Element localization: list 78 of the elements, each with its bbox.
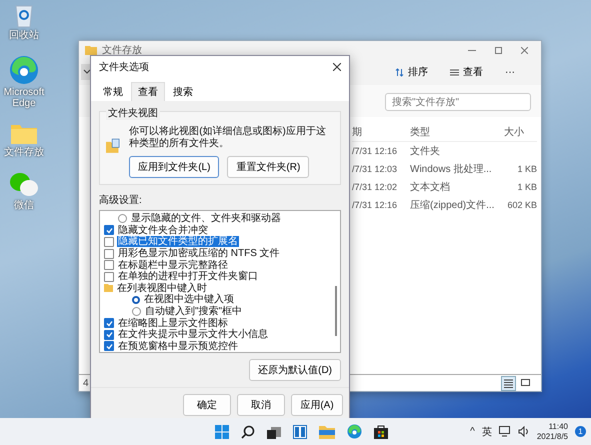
restore-defaults-button[interactable]: 还原为默认值(D) [249,359,341,381]
setting-label[interactable]: 隐藏文件夹合并冲突 [117,224,209,236]
tab[interactable]: 查看 [131,82,165,101]
view-button[interactable]: 查看 [444,63,489,81]
browser-icon[interactable] [9,55,39,85]
monitor-icon[interactable] [498,426,511,437]
dialog-button[interactable]: 重置文件夹(R) [227,156,310,178]
widgets-icon[interactable] [293,424,307,438]
table-cell-text: Windows 批处理... [410,162,493,176]
table-cell-text: /7/31 12:02 [352,182,398,192]
search-field[interactable]: 搜索"文件存放" [385,93,531,111]
group-title: 文件夹视图 [106,106,160,120]
folder-icon [106,136,122,156]
checkbox[interactable] [104,248,114,259]
folder-icon[interactable] [319,424,335,438]
table-cell-text: 602 KB [506,200,537,210]
table-cell-text: 文件夹 [410,144,441,158]
setting-label[interactable]: 在单独的进程中打开文件夹窗口 [117,271,259,282]
setting-label[interactable]: 在缩略图上显示文件图标 [117,318,229,329]
list-view-icon[interactable] [501,376,516,390]
start-icon[interactable] [215,424,229,438]
setting-label[interactable]: 在标题栏中显示完整路径 [117,260,229,271]
search-icon[interactable] [241,424,255,438]
store-bag-icon[interactable] [374,424,388,439]
checkbox[interactable] [104,236,114,247]
checkbox[interactable] [104,260,114,270]
clock-time[interactable]: 11:40 [548,422,568,432]
radio-button[interactable] [132,307,141,316]
section-label: 高级设置: [99,194,143,207]
setting-label[interactable]: 隐藏已知文件类型的扩展名 [117,236,239,248]
column-header[interactable]: 类型 [410,125,500,139]
table-cell-text: 1 KB [516,164,537,174]
folder-icon [85,45,97,55]
dialog-button[interactable]: 确定 [183,394,231,416]
speaker-icon[interactable] [518,426,530,437]
setting-label[interactable]: 自动键入到"搜索"框中 [144,306,244,318]
table-cell-text: 文本文档 [410,180,451,194]
setting-label[interactable]: 在预览窗格中显示预览控件 [117,340,239,352]
table-cell-text: /7/31 12:03 [352,164,398,174]
setting-label[interactable]: 显示隐藏的文件、文件夹和驱动器 [130,213,282,224]
lines-icon [450,68,459,76]
window-title: 文件存放 [102,44,142,57]
folder-icon [104,284,113,292]
browser-icon[interactable] [347,424,362,439]
checkbox[interactable] [104,341,114,352]
dialog-button[interactable]: 取消 [237,394,285,416]
setting-label[interactable]: 在列表视图中键入时 [116,282,208,294]
maximize-icon[interactable] [495,46,502,54]
checkbox[interactable] [104,330,114,340]
radio-button[interactable] [118,214,127,224]
column-header[interactable]: 期 [352,125,406,139]
table-cell-text: 1 KB [516,182,537,192]
chat-app-icon[interactable] [9,172,39,198]
task-view-icon[interactable] [267,424,281,438]
dialog-button[interactable]: 应用(A) [291,394,343,416]
close-icon[interactable] [333,63,341,71]
checkbox[interactable] [104,318,114,328]
checkbox[interactable] [104,225,114,236]
setting-label[interactable]: 在视图中选中键入项 [143,294,235,306]
sort-button[interactable]: 排序 [389,63,434,81]
tray-chevron[interactable]: ^ [470,426,475,437]
table-cell-text: /7/31 12:16 [352,146,398,156]
sort-arrows-icon [395,68,404,76]
dialog-title: 文件夹选项 [99,60,149,74]
dialog-button[interactable]: 应用到文件夹(L) [129,156,220,178]
setting-label[interactable]: 在文件夹提示中显示文件大小信息 [117,329,269,340]
radio-button[interactable] [132,296,140,304]
clock-date[interactable]: 2021/8/5 [536,432,568,442]
column-header[interactable]: 大小 [504,125,537,139]
more-button[interactable]: ··· [499,64,521,80]
item-count: 4 [83,378,89,388]
table-cell-text: 压缩(zipped)文件... [410,198,496,212]
checkbox[interactable] [104,272,114,282]
input-method-indicator[interactable]: 英 [482,424,492,438]
table-cell-text: /7/31 12:16 [352,200,398,210]
description-text: 你可以将此视图(如详细信息或图标)应用于这种类型的所有文件夹。 [129,126,327,150]
setting-label[interactable]: 用彩色显示加密或压缩的 NTFS 文件 [117,248,281,260]
notification-badge[interactable]: 1 [575,426,586,437]
